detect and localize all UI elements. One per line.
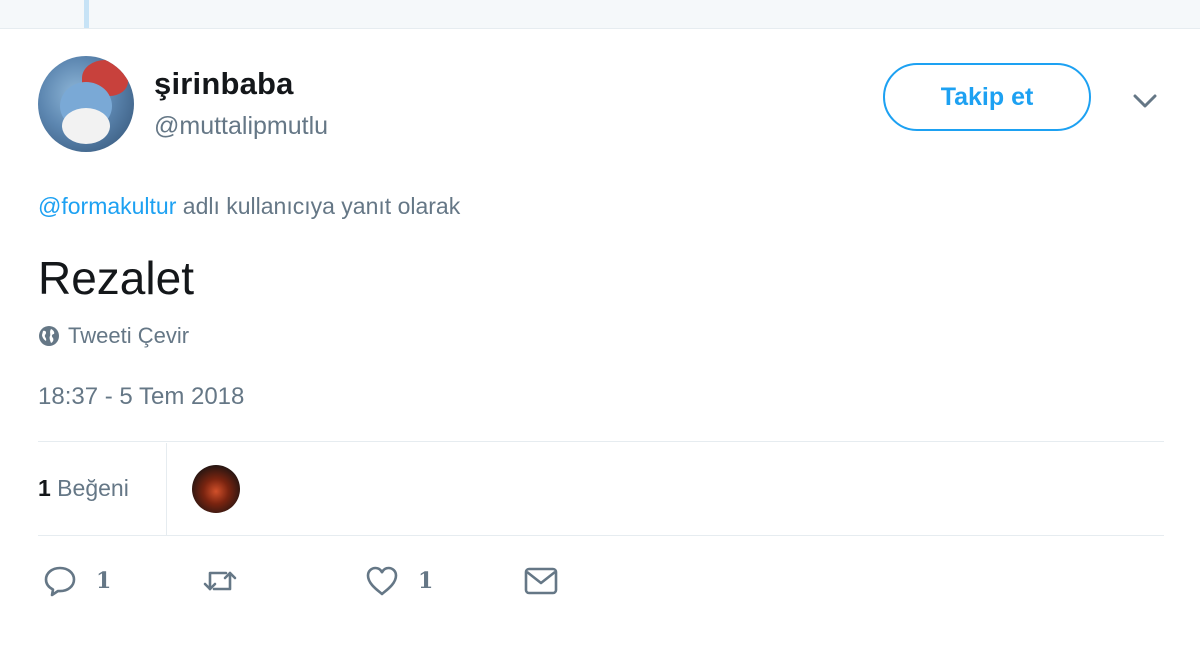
translate-label: Tweeti Çevir	[68, 323, 190, 348]
avatar-beard-shape	[62, 108, 110, 144]
globe-icon	[39, 326, 59, 346]
reply-mention-link[interactable]: @formakultur	[38, 193, 176, 219]
direct-message-button[interactable]	[523, 563, 559, 599]
heart-icon	[366, 566, 398, 596]
author-handle[interactable]: @muttalipmutlu	[154, 112, 328, 141]
reply-context: @formakultur adlı kullanıcıya yanıt olar…	[38, 193, 460, 220]
envelope-icon	[524, 567, 558, 595]
divider-top	[38, 441, 1164, 442]
reply-button[interactable]: 1	[42, 563, 111, 599]
translate-tweet-link[interactable]: Tweeti Çevir	[38, 323, 189, 349]
likes-stat[interactable]: 1 Beğeni	[38, 475, 129, 502]
tweet-timestamp[interactable]: 18:37 - 5 Tem 2018	[38, 383, 244, 411]
reply-icon	[44, 566, 76, 597]
chevron-down-icon[interactable]	[1128, 86, 1162, 116]
author-avatar[interactable]	[38, 56, 134, 152]
tweet-text: Rezalet	[38, 252, 194, 304]
divider-bottom	[38, 535, 1164, 536]
previous-tweet-strip	[0, 0, 1200, 29]
author-display-name[interactable]: şirinbaba	[154, 66, 294, 102]
retweet-button[interactable]	[202, 563, 256, 599]
reply-count: 1	[96, 568, 112, 594]
retweet-icon	[203, 571, 237, 591]
likes-label: Beğeni	[50, 475, 129, 501]
like-count: 1	[418, 568, 434, 594]
stats-divider	[166, 443, 167, 535]
reply-context-suffix: adlı kullanıcıya yanıt olarak	[176, 193, 461, 219]
liker-avatar[interactable]	[192, 465, 240, 513]
follow-button[interactable]: Takip et	[883, 63, 1091, 131]
like-button[interactable]: 1	[364, 563, 433, 599]
likes-count: 1	[38, 475, 51, 501]
thread-line	[84, 0, 89, 28]
